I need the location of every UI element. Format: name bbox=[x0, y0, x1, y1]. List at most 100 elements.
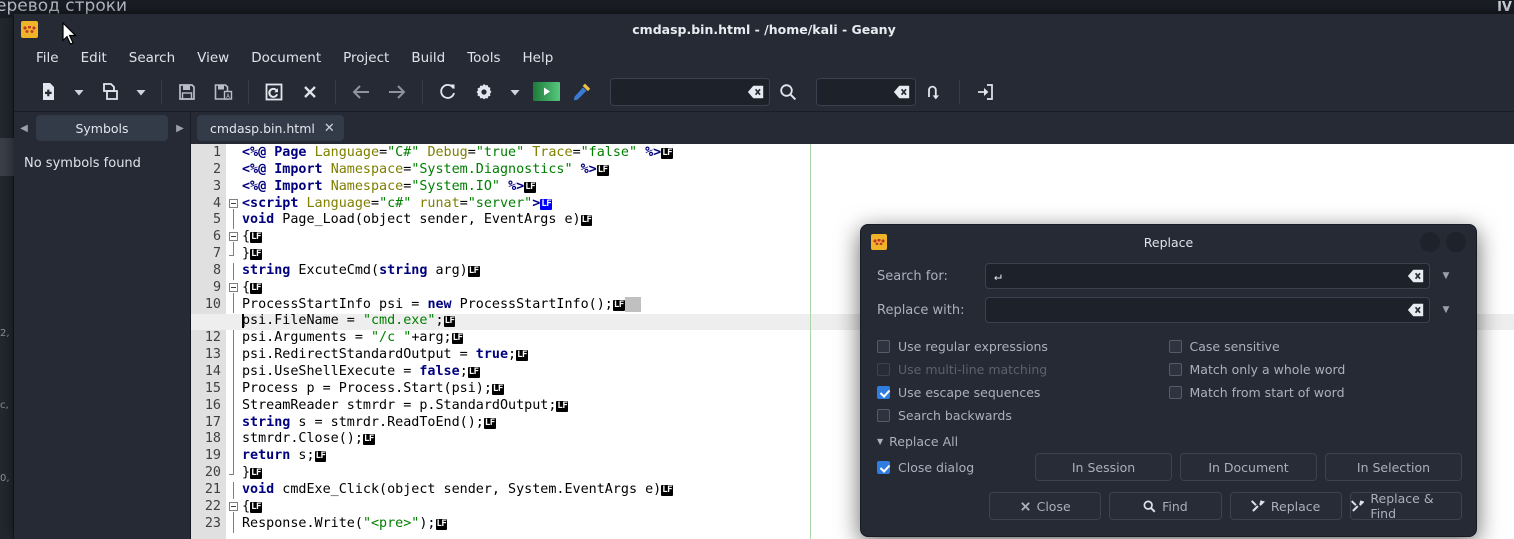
minimize-button[interactable] bbox=[1420, 232, 1440, 252]
fold-line bbox=[233, 262, 234, 280]
code-token: false bbox=[419, 363, 460, 379]
revert-icon[interactable] bbox=[256, 77, 292, 107]
in-selection-button[interactable]: In Selection bbox=[1325, 453, 1462, 481]
menu-item-document[interactable]: Document bbox=[240, 47, 332, 69]
chevron-down-icon[interactable] bbox=[128, 77, 154, 107]
close-x-icon bbox=[1020, 501, 1030, 511]
code-token: Namespace bbox=[330, 161, 404, 177]
floppy-save-icon[interactable] bbox=[169, 77, 205, 107]
window-titlebar[interactable]: cmdasp.bin.html - /home/kali - Geany bbox=[14, 14, 1514, 44]
fold-line bbox=[233, 482, 234, 499]
magnifier-icon[interactable] bbox=[770, 77, 806, 107]
menu-item-build[interactable]: Build bbox=[400, 47, 456, 69]
arrow-right-icon[interactable] bbox=[379, 77, 415, 107]
checkbox-box[interactable] bbox=[877, 409, 890, 422]
close-x-icon[interactable]: ✕ bbox=[324, 121, 335, 136]
sidebar-tab-symbols[interactable]: Symbols bbox=[36, 115, 168, 141]
run-play-icon[interactable] bbox=[528, 77, 564, 107]
checkbox-box[interactable] bbox=[1168, 363, 1182, 376]
code-token: <%@ Import bbox=[242, 178, 331, 194]
code-line[interactable]: <script Language="c#" runat="server">LF bbox=[242, 196, 1514, 213]
chevron-down-icon[interactable]: ▼ bbox=[1432, 263, 1460, 289]
replace-dialog[interactable]: Replace Search for: ↵ ▼ Replace with: ▼ … bbox=[860, 224, 1477, 537]
gear-icon[interactable] bbox=[466, 77, 502, 107]
eol-marker: LF bbox=[661, 148, 674, 159]
menu-item-tools[interactable]: Tools bbox=[456, 47, 511, 69]
menu-item-help[interactable]: Help bbox=[512, 47, 565, 69]
document-tab[interactable]: cmdasp.bin.html ✕ bbox=[197, 115, 344, 141]
code-folding-column[interactable] bbox=[226, 144, 242, 539]
replace-and-find-button[interactable]: Replace & Find bbox=[1349, 491, 1462, 521]
checkbox-row[interactable]: Use escape sequences bbox=[877, 381, 1169, 404]
jump-to-line-icon[interactable] bbox=[916, 77, 952, 107]
close-button[interactable] bbox=[1446, 232, 1466, 252]
eol-marker: LF bbox=[580, 215, 593, 227]
checkbox-row[interactable]: Match from start of word bbox=[1168, 381, 1461, 404]
chevron-right-icon[interactable]: ▶ bbox=[170, 123, 190, 134]
code-token: s; bbox=[290, 448, 315, 464]
in-document-button[interactable]: In Document bbox=[1180, 453, 1317, 481]
search-input[interactable] bbox=[610, 77, 770, 106]
refresh-gear-icon[interactable] bbox=[430, 77, 466, 107]
code-line[interactable]: <%@ Page Language="C#" Debug="true" Trac… bbox=[242, 145, 1514, 162]
checkbox-box[interactable] bbox=[1168, 340, 1182, 353]
line-number: 15 bbox=[204, 380, 221, 396]
menu-item-edit[interactable]: Edit bbox=[70, 47, 118, 69]
code-token: string bbox=[379, 262, 428, 278]
eol-marker: LF bbox=[250, 232, 262, 244]
arrow-left-icon[interactable] bbox=[343, 77, 379, 107]
menu-item-project[interactable]: Project bbox=[332, 47, 400, 69]
checkbox-box[interactable] bbox=[877, 340, 890, 353]
checkbox-row[interactable]: Match only a whole word bbox=[1168, 358, 1461, 381]
checkbox-box[interactable] bbox=[1168, 386, 1182, 399]
search-for-input[interactable]: ↵ bbox=[985, 263, 1430, 289]
clear-entry-icon[interactable] bbox=[747, 83, 765, 101]
menu-item-file[interactable]: File bbox=[28, 47, 70, 69]
checkbox-row[interactable]: Use regular expressions bbox=[877, 335, 1169, 358]
replace-with-input[interactable] bbox=[985, 297, 1430, 323]
fold-toggle-icon[interactable] bbox=[229, 198, 238, 208]
checkbox-row[interactable]: Case sensitive bbox=[1168, 335, 1461, 358]
replace-with-label: Replace with: bbox=[877, 302, 965, 318]
fold-toggle-icon[interactable] bbox=[229, 232, 238, 242]
code-token: ExcuteCmd( bbox=[290, 262, 380, 278]
open-folder-icon[interactable] bbox=[92, 77, 128, 107]
code-token: runat bbox=[419, 195, 460, 211]
close-x-icon[interactable] bbox=[292, 77, 328, 107]
code-token: = bbox=[467, 145, 476, 160]
chevron-down-icon[interactable]: ▼ bbox=[1432, 297, 1460, 323]
fold-toggle-icon[interactable] bbox=[229, 282, 238, 292]
new-file-icon[interactable] bbox=[30, 77, 66, 107]
chevron-left-icon[interactable]: ◀ bbox=[14, 123, 34, 134]
in-session-button[interactable]: In Session bbox=[1035, 453, 1172, 481]
replace-dialog-titlebar[interactable]: Replace bbox=[861, 225, 1476, 259]
goto-line-input[interactable] bbox=[816, 77, 916, 106]
menu-item-view[interactable]: View bbox=[186, 47, 240, 69]
find-button[interactable]: Find bbox=[1109, 492, 1222, 520]
clear-entry-icon[interactable] bbox=[893, 83, 911, 101]
code-token: Response.Write( bbox=[242, 515, 363, 531]
replace-all-section-header[interactable]: ▼ Replace All bbox=[861, 427, 1476, 451]
code-token: "false" bbox=[580, 145, 646, 160]
code-line[interactable]: <%@ Import Namespace="System.IO" %>LF bbox=[242, 179, 1514, 196]
chevron-down-icon[interactable] bbox=[502, 77, 528, 107]
color-picker-icon[interactable] bbox=[564, 77, 600, 107]
code-token: "cmd.exe" bbox=[362, 313, 436, 329]
enter-arrow-icon[interactable] bbox=[967, 77, 1003, 107]
close-dialog-checkbox[interactable]: Close dialog bbox=[875, 460, 1027, 475]
close-button[interactable]: Close bbox=[989, 492, 1102, 520]
eol-marker: LF bbox=[596, 164, 609, 176]
replace-and-find-button-label: Replace & Find bbox=[1370, 491, 1434, 521]
checkbox-row[interactable]: Search backwards bbox=[877, 404, 1169, 427]
clear-entry-icon[interactable] bbox=[1407, 301, 1425, 319]
menu-item-search[interactable]: Search bbox=[118, 47, 186, 69]
clear-entry-icon[interactable] bbox=[1407, 267, 1425, 285]
fold-end-marker bbox=[229, 254, 234, 256]
chevron-down-icon[interactable] bbox=[66, 77, 92, 107]
fold-toggle-icon[interactable] bbox=[229, 501, 238, 511]
code-token: psi.Arguments = bbox=[242, 330, 371, 346]
code-line[interactable]: <%@ Import Namespace="System.Diagnostics… bbox=[242, 162, 1514, 179]
floppy-save-all-icon[interactable]: A bbox=[205, 77, 241, 107]
replace-button[interactable]: Replace bbox=[1229, 492, 1342, 520]
checkbox-box[interactable] bbox=[877, 386, 890, 399]
